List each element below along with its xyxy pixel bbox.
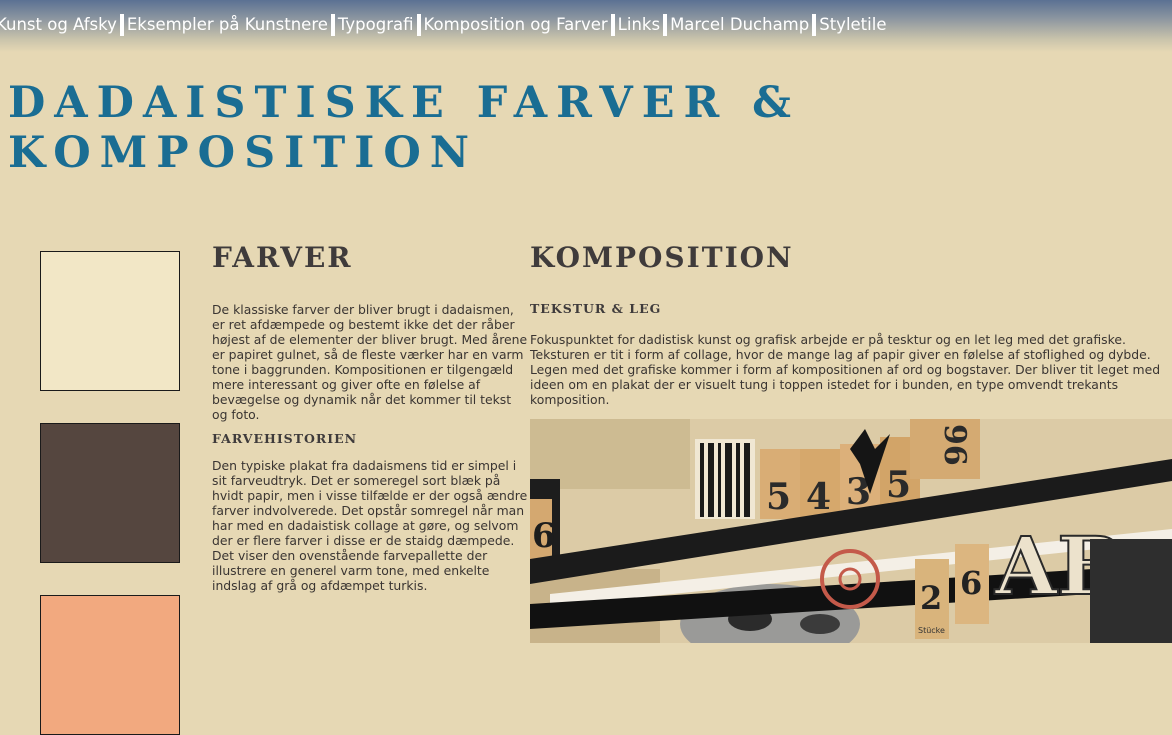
collage-artwork: 6 5 4 3 5 96 2 Stücke 6 AB [530,419,1172,643]
komposition-text: Fokuspunktet for dadistisk kunst og graf… [530,332,1161,407]
komposition-section: Komposition Tekstur & leg Fokuspunktet f… [530,238,1172,407]
farvehistorien-heading: Farvehistorien [212,431,358,446]
tekstur-og-leg-heading: Tekstur & leg [530,301,662,316]
collage-number-tile: 6 [532,516,556,556]
main-navigation: Kunst og Afsky Eksempler på Kunstnere Ty… [0,0,1172,52]
collage-stamp-text: Stücke [918,626,945,635]
color-swatch-brown [40,423,180,563]
nav-list: Kunst og Afsky Eksempler på Kunstnere Ty… [0,14,889,36]
nav-link-komposition-og-farver[interactable]: Komposition og Farver [416,14,611,36]
farver-section: Farver De klassiske farver der bliver br… [212,238,530,593]
collage-number-five: 5 [766,476,791,518]
collage-number-six: 6 [960,564,982,602]
page-title: Dadaistiske Farver & Komposition [8,78,800,178]
nav-link-marcel-duchamp[interactable]: Marcel Duchamp [663,14,812,36]
komposition-heading: Komposition [530,241,794,274]
farvehistorien-text: Den typiske plakat fra dadaismens tid er… [212,458,528,593]
farver-intro-text: De klassiske farver der bliver brugt i d… [212,302,528,422]
color-swatch-cream [40,251,180,391]
nav-link-links[interactable]: Links [610,14,663,36]
collage-number-two: 2 [920,579,942,617]
collage-number-ninety-six: 96 [937,424,972,466]
nav-link-eksempler-paa-kunstnere[interactable]: Eksempler på Kunstnere [119,14,331,36]
nav-link-typografi[interactable]: Typografi [330,14,417,36]
nav-link-kunst-og-afsky[interactable]: Kunst og Afsky [0,14,120,36]
color-swatch-salmon [40,595,180,735]
farver-heading: Farver [212,241,353,274]
dada-collage-image: 6 5 4 3 5 96 2 Stücke 6 AB [530,419,1172,643]
collage-number-five-b: 5 [886,464,911,506]
collage-number-four: 4 [806,476,831,518]
nav-link-styletile[interactable]: Styletile [812,14,889,36]
